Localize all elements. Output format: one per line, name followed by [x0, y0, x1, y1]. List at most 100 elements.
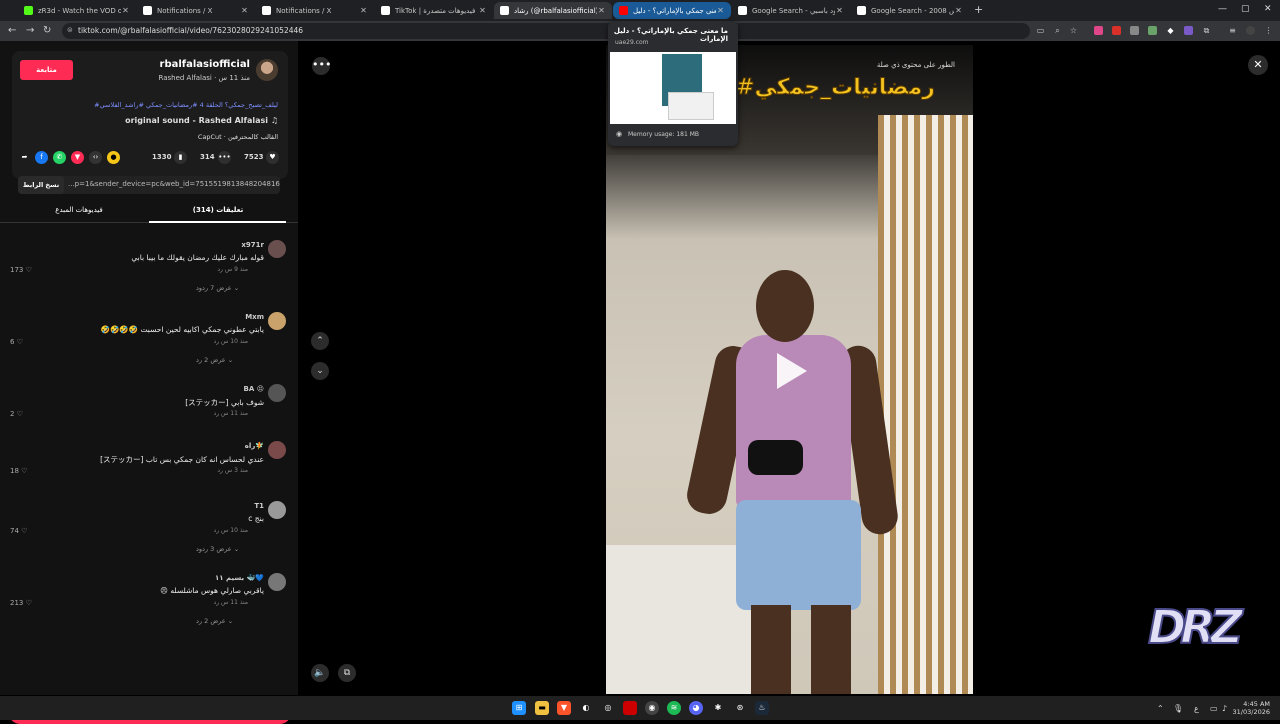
new-tab-button[interactable]: +: [974, 3, 983, 16]
close-window-icon[interactable]: ✕: [1264, 4, 1272, 14]
site-info-icon[interactable]: ⊜: [67, 26, 73, 34]
next-video-icon[interactable]: ⌄: [311, 362, 329, 380]
comment-username[interactable]: x971r: [241, 241, 264, 249]
comment-username[interactable]: BA 😣: [244, 385, 265, 393]
comment-meta[interactable]: منذ 9 س رد: [217, 266, 248, 273]
back-icon[interactable]: ←: [8, 25, 16, 36]
video-link-text[interactable]: ...p=1&sender_device=pc&web_id=751551981…: [68, 180, 280, 188]
comment-username[interactable]: Mxm: [245, 313, 264, 321]
microphone-icon[interactable]: 🎙: [1173, 704, 1183, 713]
system-clock[interactable]: 4:45 AM 31/03/2026: [1233, 700, 1270, 716]
app-icon[interactable]: ✱: [711, 701, 725, 715]
maximize-icon[interactable]: ▢: [1241, 4, 1250, 14]
heart-icon[interactable]: ♥: [266, 151, 279, 164]
address-bar[interactable]: ⊜ tiktok.com/@rbalfalasiofficial/video/7…: [62, 23, 1030, 39]
tab-close-icon[interactable]: ✕: [597, 6, 606, 15]
reload-icon[interactable]: ↻: [43, 25, 51, 36]
extension-icon[interactable]: [1112, 26, 1121, 35]
tab-close-icon[interactable]: ✕: [478, 6, 487, 15]
extension-icon[interactable]: [1184, 26, 1193, 35]
close-video-icon[interactable]: ✕: [1248, 55, 1268, 75]
tray-chevron-icon[interactable]: ⌃: [1157, 704, 1164, 713]
comment-meta[interactable]: منذ 11 س رد: [214, 599, 248, 606]
menu-dots-icon[interactable]: ⋮: [1264, 26, 1273, 35]
comment-like-count[interactable]: 74 ♡: [10, 527, 27, 535]
picture-in-picture-icon[interactable]: ⧉: [338, 664, 356, 682]
profile-avatar[interactable]: [1246, 26, 1255, 35]
start-icon[interactable]: ⊞: [512, 701, 526, 715]
app-icon[interactable]: ◎: [601, 701, 615, 715]
browser-tab[interactable]: رشاد (@rbalfalasiofficial) | TikTok✕: [494, 2, 612, 19]
brave-icon[interactable]: ▼: [557, 701, 571, 715]
minimize-icon[interactable]: —: [1218, 4, 1227, 14]
whatsapp-icon[interactable]: ✆: [53, 151, 66, 164]
comment-meta[interactable]: منذ 10 س رد: [214, 338, 248, 345]
view-replies-button[interactable]: عرض 3 ردود ⌄: [196, 545, 239, 553]
comment-username[interactable]: راه🧚: [245, 442, 264, 450]
app-icon[interactable]: ◐: [579, 701, 593, 715]
play-icon[interactable]: [777, 353, 807, 389]
comment-like-count[interactable]: 213 ♡: [10, 599, 32, 607]
comment-meta[interactable]: منذ 10 س رد: [214, 527, 248, 534]
browser-tab[interactable]: Notifications / X ✕: [256, 2, 374, 19]
cast-icon[interactable]: ▭: [1036, 26, 1045, 35]
comment-like-count[interactable]: 2 ♡: [10, 410, 23, 418]
video-description[interactable]: #ليلف_تصبح_جمكي؟ الحلقة 4 #رمضانيات_جمكي…: [18, 101, 278, 109]
previous-video-icon[interactable]: ⌃: [311, 332, 329, 350]
steam-icon[interactable]: ♨: [755, 701, 769, 715]
view-replies-button[interactable]: عرض 2 رد ⌄: [196, 356, 233, 364]
comment-meta[interactable]: منذ 11 س رد: [214, 410, 248, 417]
sidebar-icon[interactable]: ≡: [1228, 26, 1237, 35]
more-options-icon[interactable]: •••: [312, 57, 331, 75]
copy-link-button[interactable]: نسخ الرابط: [18, 176, 64, 194]
browser-tab[interactable]: ما معنى جمكي بالإماراتي؟ - دليل✕: [613, 2, 731, 19]
tab-close-icon[interactable]: ✕: [716, 6, 725, 15]
bookmark-icon[interactable]: ▮: [174, 151, 187, 164]
comment-username[interactable]: T1: [254, 502, 264, 510]
volume-icon[interactable]: 🔈: [311, 664, 329, 682]
facebook-icon[interactable]: f: [35, 151, 48, 164]
related-content-label[interactable]: الطور على محتوى ذي صلة: [877, 61, 955, 69]
spotify-icon[interactable]: ≋: [667, 701, 681, 715]
sound-link[interactable]: original sound - Rashed Alfalasi ♫: [125, 116, 278, 125]
tab-close-icon[interactable]: ✕: [954, 6, 963, 15]
comment-avatar[interactable]: [268, 501, 286, 519]
tab-close-icon[interactable]: ✕: [121, 6, 130, 15]
browser-tab[interactable]: Notifications / X ✕: [137, 2, 255, 19]
creator-avatar[interactable]: [256, 59, 278, 81]
extensions-puzzle-icon[interactable]: ⧉: [1202, 26, 1211, 35]
tab-close-icon[interactable]: ✕: [835, 6, 844, 15]
tab-comments[interactable]: (314) تعليقات: [149, 206, 287, 214]
comment-like-count[interactable]: 173 ♡: [10, 266, 32, 274]
repost-icon[interactable]: ▼: [71, 151, 84, 164]
comment-username[interactable]: بسيم ١١ 🐳💙: [215, 574, 264, 582]
comment-like-count[interactable]: 6 ♡: [10, 338, 23, 346]
keyboard-language[interactable]: ع: [1194, 704, 1199, 713]
comment-icon[interactable]: •••: [218, 151, 231, 164]
file-explorer-icon[interactable]: ▬: [535, 701, 549, 715]
view-replies-button[interactable]: عرض 7 ردود ⌄: [196, 284, 239, 292]
browser-tab[interactable]: Google Search - حمود باسبي✕: [732, 2, 850, 19]
extension-icon[interactable]: [1094, 26, 1103, 35]
browser-tab[interactable]: Google Search - لكزس 2008✕: [851, 2, 969, 19]
comment-meta[interactable]: منذ 3 س رد: [217, 467, 248, 474]
app-icon[interactable]: [623, 701, 637, 715]
comment-avatar[interactable]: [268, 573, 286, 591]
zoom-icon[interactable]: ⌕: [1053, 26, 1062, 35]
network-icon[interactable]: ▭: [1210, 704, 1218, 713]
follow-button[interactable]: متابعة: [20, 60, 73, 80]
comment-avatar[interactable]: [268, 240, 286, 258]
tab-creator-videos[interactable]: فيديوهات المبدع: [10, 206, 148, 214]
browser-tab[interactable]: TikTok | شاهد فيديوهات متصدرة✕: [375, 2, 493, 19]
embed-icon[interactable]: ‹›: [89, 151, 102, 164]
creator-username[interactable]: rbalfalasiofficial: [160, 59, 250, 70]
chrome-icon[interactable]: ◉: [645, 701, 659, 715]
tab-close-icon[interactable]: ✕: [359, 6, 368, 15]
comment-avatar[interactable]: [268, 384, 286, 402]
browser-tab[interactable]: zR3d - Watch the VOD on Kick✕: [18, 2, 136, 19]
extension-icon[interactable]: [1148, 26, 1157, 35]
capcut-link[interactable]: CapCut · القالب كالمحترفين: [198, 133, 278, 141]
speaker-icon[interactable]: ♪: [1222, 704, 1227, 713]
discord-icon[interactable]: ◕: [689, 701, 703, 715]
comment-avatar[interactable]: [268, 312, 286, 330]
